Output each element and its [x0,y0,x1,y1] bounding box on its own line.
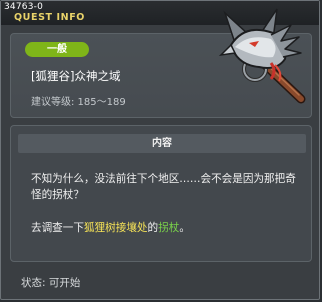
description-paragraph: 不知为什么，没法前往下个地区……会不会是因为那把奇怪的拐杖？ [31,173,296,201]
objective-item: 拐杖 [158,222,180,234]
quest-status: 状态: 可开始 [21,277,81,289]
window-title: QUEST INFO [14,12,85,23]
objective-paragraph: 去调查一下狐狸树接壤处的拐杖。 [31,220,303,236]
quest-info-window: 34763-0 QUEST INFO 一般 [狐狸谷]众神之域 建议等级: 18… [0,0,320,300]
content-header: 内容 [18,134,306,153]
quest-content-card: 内容 不知为什么，没法前往下个地区……会不会是因为那把奇怪的拐杖？ 去调查一下狐… [10,125,312,262]
objective-place: 狐狸树接壤处 [83,222,148,234]
quest-description: 不知为什么，没法前往下个地区……会不会是因为那把奇怪的拐杖？ 去调查一下狐狸树接… [31,171,303,236]
objective-suffix: 。 [179,222,190,234]
quest-type-badge: 一般 [25,42,89,57]
fox-staff-icon [218,8,306,104]
level-requirement: 建议等级: 185～189 [31,97,126,108]
quest-name: [狐狸谷]众神之域 [31,69,121,83]
objective-middle: 的 [147,222,159,234]
objective-prefix: 去调查一下 [31,222,84,234]
quest-id: 34763-0 [4,2,44,12]
